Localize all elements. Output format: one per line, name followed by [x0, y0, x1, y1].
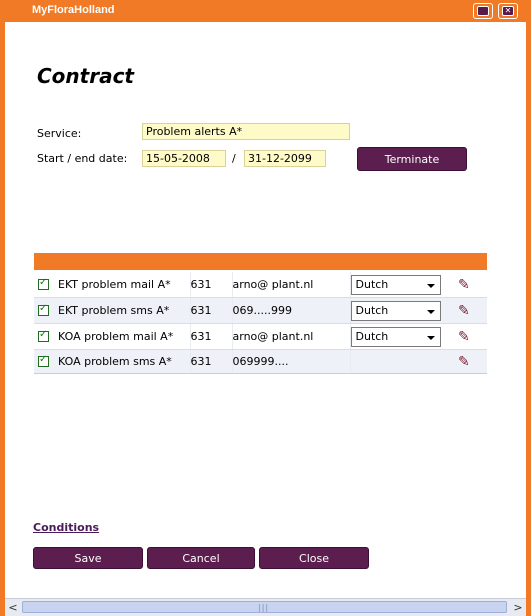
row-checkbox-cell[interactable]: [34, 323, 58, 350]
row-edit-cell[interactable]: ✎: [450, 323, 487, 350]
grip-icon: |||: [258, 603, 270, 612]
pencil-icon[interactable]: ✎: [450, 354, 470, 370]
row-name: KOA problem mail A*: [58, 323, 191, 350]
row-contact: arno@ plant.nl: [232, 272, 351, 298]
table-row: KOA problem mail A* 631 arno@ plant.nl D…: [34, 323, 487, 350]
restore-button[interactable]: [473, 3, 493, 19]
end-date-field[interactable]: 31-12-2099: [244, 150, 326, 167]
cancel-button[interactable]: Cancel: [147, 547, 255, 569]
title-bar: MyFloraHolland ✕: [0, 0, 531, 22]
horizontal-scrollbar[interactable]: < ||| >: [5, 598, 526, 616]
scrollbar-thumb[interactable]: |||: [22, 601, 507, 613]
chevron-down-icon: [426, 309, 435, 314]
language-select[interactable]: Dutch: [350, 300, 441, 321]
row-checkbox[interactable]: [38, 354, 49, 367]
contract-grid: EKT problem mail A* 631 arno@ plant.nl D…: [34, 272, 487, 374]
date-label: Start / end date:: [37, 152, 128, 165]
row-edit-cell[interactable]: ✎: [450, 272, 487, 298]
row-language-cell: Dutch: [350, 323, 450, 350]
scroll-right-icon[interactable]: >: [510, 599, 526, 616]
service-label: Service:: [37, 127, 82, 140]
row-checkbox-cell[interactable]: [34, 297, 58, 324]
table-row: EKT problem sms A* 631 069.....999 Dutch…: [34, 297, 487, 324]
row-edit-cell[interactable]: ✎: [450, 297, 487, 324]
row-number: 631: [190, 272, 233, 298]
row-contact: arno@ plant.nl: [232, 323, 351, 350]
row-contact: 069.....999: [232, 297, 351, 324]
date-separator: /: [232, 152, 236, 165]
page-title: Contract: [37, 64, 134, 88]
row-language-cell: [350, 349, 450, 374]
chevron-down-icon: [426, 335, 435, 340]
row-number: 631: [190, 323, 233, 350]
window-title: MyFloraHolland: [32, 4, 115, 16]
row-checkbox[interactable]: [38, 277, 49, 290]
language-select[interactable]: Dutch: [350, 326, 441, 347]
grid-header: [34, 253, 487, 270]
restore-icon: [477, 6, 489, 16]
scroll-left-icon[interactable]: <: [5, 599, 21, 616]
row-number: 631: [190, 349, 233, 374]
terminate-button[interactable]: Terminate: [357, 147, 467, 171]
row-checkbox-cell[interactable]: [34, 272, 58, 298]
pencil-icon[interactable]: ✎: [450, 329, 470, 345]
row-number: 631: [190, 297, 233, 324]
row-checkbox[interactable]: [38, 303, 49, 316]
close-icon: ✕: [502, 6, 514, 16]
close-button[interactable]: Close: [259, 547, 369, 569]
row-name: KOA problem sms A*: [58, 349, 191, 374]
start-date-field[interactable]: 15-05-2008: [142, 150, 226, 167]
close-window-button[interactable]: ✕: [498, 3, 518, 19]
row-name: EKT problem mail A*: [58, 272, 191, 298]
row-contact: 069999....: [232, 349, 351, 374]
row-language-cell: Dutch: [350, 272, 450, 298]
row-checkbox-cell[interactable]: [34, 349, 58, 374]
service-field[interactable]: Problem alerts A*: [142, 123, 350, 140]
row-name: EKT problem sms A*: [58, 297, 191, 324]
language-select[interactable]: Dutch: [350, 274, 441, 295]
row-checkbox[interactable]: [38, 329, 49, 342]
row-language-cell: Dutch: [350, 297, 450, 324]
table-row: EKT problem mail A* 631 arno@ plant.nl D…: [34, 272, 487, 298]
chevron-down-icon: [426, 283, 435, 288]
row-edit-cell[interactable]: ✎: [450, 349, 487, 374]
pencil-icon[interactable]: ✎: [450, 277, 470, 293]
conditions-link[interactable]: Conditions: [33, 521, 99, 534]
save-button[interactable]: Save: [33, 547, 143, 569]
table-row: KOA problem sms A* 631 069999.... ✎: [34, 349, 487, 374]
pencil-icon[interactable]: ✎: [450, 303, 470, 319]
